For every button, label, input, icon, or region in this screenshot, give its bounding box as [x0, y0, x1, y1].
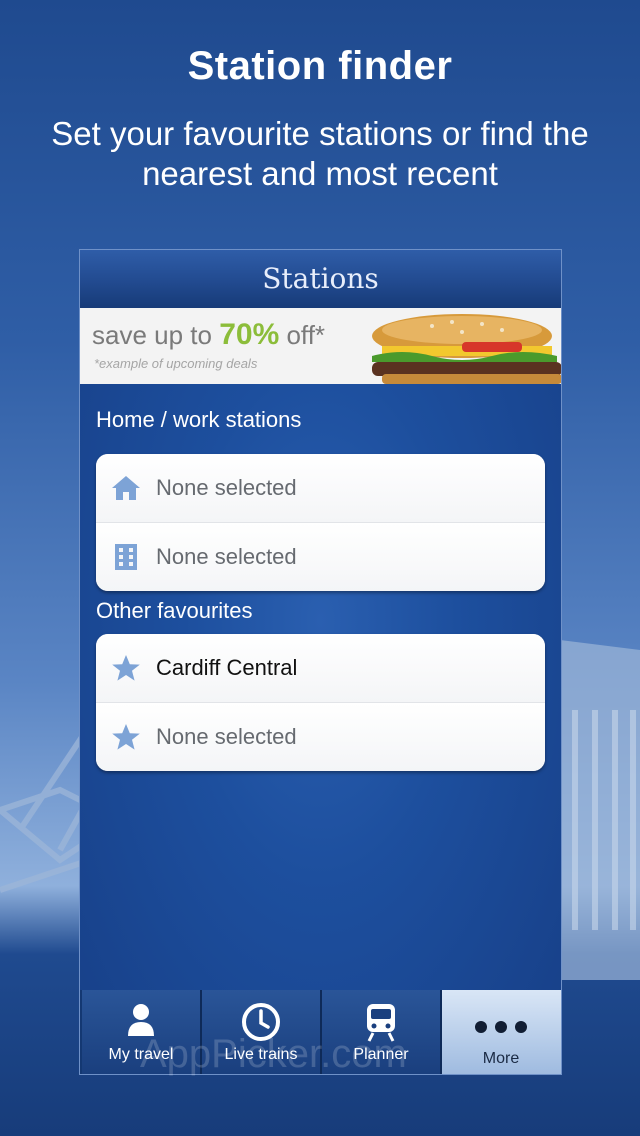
star-icon [96, 634, 156, 702]
ad-note: *example of upcoming deals [94, 356, 258, 371]
office-building-icon [96, 523, 156, 591]
work-station-row[interactable]: None selected [96, 522, 545, 591]
home-station-row[interactable]: None selected [96, 454, 545, 522]
ad-text-before: save up to [92, 320, 220, 350]
promo-subtitle: Set your favourite stations or find the … [51, 115, 589, 192]
screen-title: Stations [80, 250, 561, 308]
star-icon [96, 703, 156, 771]
watermark: AppPicker.com [140, 1032, 407, 1076]
section-label-other-favourites: Other favourites [96, 598, 253, 623]
home-icon [96, 454, 156, 522]
ad-percent: 70% [219, 318, 280, 351]
favourite-station-label: Cardiff Central [156, 655, 298, 680]
section-label-home-work: Home / work stations [96, 407, 302, 432]
promo-title: Station finder [187, 44, 453, 88]
ad-banner[interactable]: save up to 70% off* *example of upcoming… [80, 308, 561, 384]
favourite-station-label: None selected [156, 724, 297, 749]
home-station-label: None selected [156, 475, 297, 500]
other-favourites-group: Cardiff Central None selected [96, 634, 545, 771]
work-station-label: None selected [156, 544, 297, 569]
ad-headline: save up to 70% off* [92, 318, 325, 352]
tab-label: More [482, 1050, 520, 1067]
favourite-row[interactable]: Cardiff Central [96, 634, 545, 702]
tab-more[interactable]: More [442, 990, 561, 1074]
burger-image [372, 314, 561, 384]
home-work-stations-group: None selected None selected [96, 454, 545, 591]
favourite-row[interactable]: None selected [96, 702, 545, 771]
app-screen: Stations save up to 70% off* *example of… [79, 249, 562, 1075]
ad-text-after: off* [279, 320, 326, 350]
